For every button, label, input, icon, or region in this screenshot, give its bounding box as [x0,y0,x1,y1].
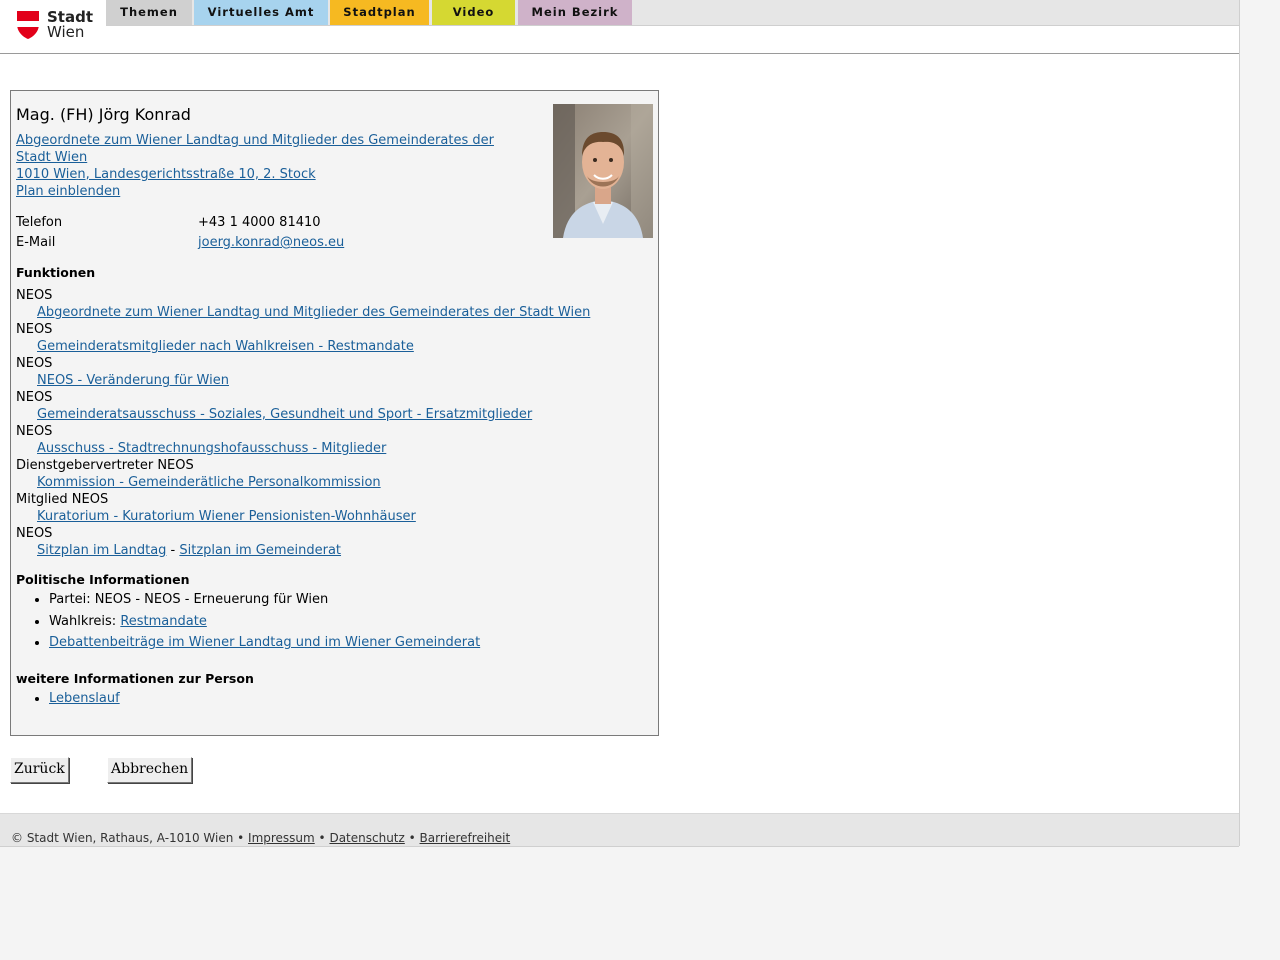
function-link[interactable]: Kommission - Gemeinderätliche Personalko… [37,475,381,490]
function-role: Mitglied NEOS [16,492,109,507]
cv-link[interactable]: Lebenslauf [49,691,120,706]
person-photo [553,104,653,238]
tab-stadtplan[interactable]: Stadtplan [330,0,429,25]
email-link[interactable]: joerg.konrad@neos.eu [198,235,344,250]
function-link[interactable]: Gemeinderatsmitglieder nach Wahlkreisen … [37,339,414,354]
function-role: NEOS [16,526,53,541]
seating-plan-gemeinderat-link[interactable]: Sitzplan im Gemeinderat [179,543,341,558]
function-role: NEOS [16,322,53,337]
function-link[interactable]: Abgeordnete zum Wiener Landtag und Mitgl… [37,305,590,320]
function-role: Dienstgebervertreter NEOS [16,458,194,473]
function-role: NEOS [16,390,53,405]
accessibility-link[interactable]: Barrierefreiheit [420,831,511,845]
seating-separator: - [166,543,180,558]
function-link[interactable]: Ausschuss - Stadtrechnungshofausschuss -… [37,441,386,456]
more-info-heading: weitere Informationen zur Person [16,671,254,686]
function-role: NEOS [16,288,53,303]
debates-item: Debattenbeiträge im Wiener Landtag und i… [49,634,480,651]
phone-label: Telefon [16,215,63,230]
stadt-wien-logo[interactable]: Stadt Wien [16,10,96,42]
tab-themen[interactable]: Themen [106,0,192,25]
main-navigation: Themen Virtuelles Amt Stadtplan Video Me… [106,0,1239,26]
function-link[interactable]: Kuratorium - Kuratorium Wiener Pensionis… [37,509,416,524]
footer: © Stadt Wien, Rathaus, A-1010 Wien • Imp… [0,813,1239,847]
logo-line-2: Wien [47,23,85,41]
logo-text: Stadt Wien [47,10,93,40]
email-label: E-Mail [16,235,56,250]
vienna-shield-icon [17,11,39,39]
more-info-list: Lebenslauf [16,690,120,712]
person-name: Mag. (FH) Jörg Konrad [16,105,191,124]
organisation-link[interactable]: Abgeordnete zum Wiener Landtag und Mitgl… [16,133,494,165]
district-label: Wahlkreis: [49,613,121,629]
copyright-text: © Stadt Wien, Rathaus, A-1010 Wien [11,831,234,845]
imprint-link[interactable]: Impressum [248,831,315,845]
seating-plan-landtag-link[interactable]: Sitzplan im Landtag [37,543,166,558]
party-item: Partei: NEOS - NEOS - Erneuerung für Wie… [49,591,480,608]
phone-value: +43 1 4000 81410 [198,215,321,230]
party-text: Partei: NEOS - NEOS - Erneuerung für Wie… [49,592,329,607]
cancel-button[interactable]: Abbrechen [107,757,193,783]
show-map-link[interactable]: Plan einblenden [16,184,120,199]
function-link[interactable]: NEOS - Veränderung für Wien [37,373,229,388]
political-info-list: Partei: NEOS - NEOS - Erneuerung für Wie… [16,591,480,656]
page: Stadt Wien Themen Virtuelles Amt Stadtpl… [0,0,1240,847]
cv-item: Lebenslauf [49,690,120,707]
tab-virtuelles-amt[interactable]: Virtuelles Amt [194,0,328,25]
function-role: NEOS [16,356,53,371]
header: Stadt Wien Themen Virtuelles Amt Stadtpl… [0,0,1239,54]
functions-heading: Funktionen [16,265,96,280]
debates-link[interactable]: Debattenbeiträge im Wiener Landtag und i… [49,635,480,650]
seating-plans: Sitzplan im Landtag - Sitzplan im Gemein… [16,542,646,559]
person-address-block: Abgeordnete zum Wiener Landtag und Mitgl… [16,132,516,200]
footer-separator: • [404,831,420,845]
footer-separator: • [233,831,249,845]
person-detail-box: Mag. (FH) Jörg Konrad Abgeordnete zum Wi… [10,90,659,736]
function-role: NEOS [16,424,53,439]
functions-list: NEOS Abgeordnete zum Wiener Landtag und … [16,287,646,559]
tab-video[interactable]: Video [432,0,515,25]
footer-separator: • [314,831,330,845]
address-link[interactable]: 1010 Wien, Landesgerichtsstraße 10, 2. S… [16,167,316,182]
political-info-heading: Politische Informationen [16,572,190,587]
tab-mein-bezirk[interactable]: Mein Bezirk [518,0,632,25]
privacy-link[interactable]: Datenschutz [329,831,404,845]
district-item: Wahlkreis: Restmandate [49,613,480,630]
function-link[interactable]: Gemeinderatsausschuss - Soziales, Gesund… [37,407,532,422]
back-button[interactable]: Zurück [10,757,69,783]
district-link[interactable]: Restmandate [120,614,207,629]
